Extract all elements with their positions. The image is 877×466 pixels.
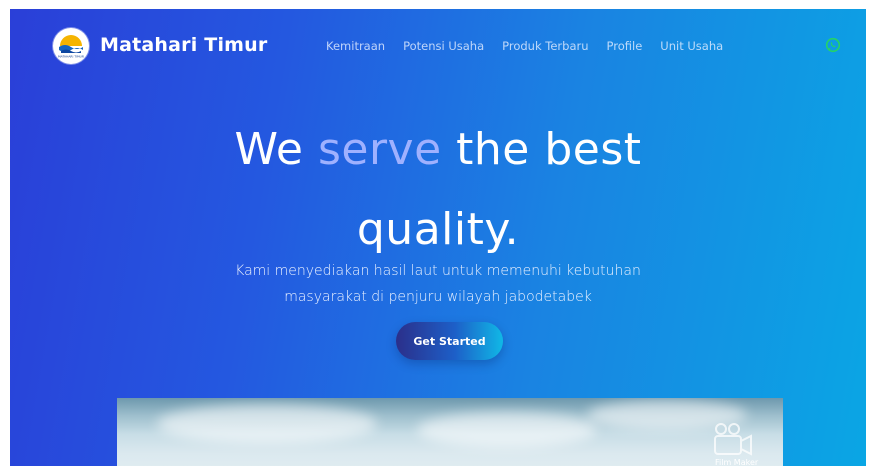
headline-word-the-best: the best <box>456 124 642 175</box>
hero-image: Film Maker <box>117 398 783 466</box>
main-nav: Kemitraan Potensi Usaha Produk Terbaru P… <box>326 39 741 53</box>
sun-logo-icon: MATAHARI TIMUR <box>54 29 88 63</box>
hero-subtitle-line2: masyarakat di penjuru wilayah jabodetabe… <box>284 289 592 305</box>
headline-word-we: We <box>234 124 304 175</box>
nav-unit-usaha[interactable]: Unit Usaha <box>660 39 723 53</box>
logo-text: MATAHARI TIMUR <box>58 55 84 59</box>
get-started-button[interactable]: Get Started <box>396 322 503 360</box>
nav-produk-terbaru[interactable]: Produk Terbaru <box>502 39 588 53</box>
nav-profile[interactable]: Profile <box>607 39 643 53</box>
whatsapp-icon[interactable] <box>825 37 841 53</box>
hero-subtitle-line1: Kami menyediakan hasil laut untuk memenu… <box>235 263 641 279</box>
nav-potensi-usaha[interactable]: Potensi Usaha <box>403 39 484 53</box>
watermark-text: Film Maker <box>715 458 759 466</box>
brand-logo[interactable]: MATAHARI TIMUR <box>53 28 89 64</box>
hero-headline-line1: We serve the best <box>10 124 866 175</box>
brand-name[interactable]: Matahari Timur <box>100 34 267 56</box>
headline-highlight-serve: serve <box>317 124 442 175</box>
landing-page: MATAHARI TIMUR Matahari Timur Kemitraan … <box>10 9 866 466</box>
nav-kemitraan[interactable]: Kemitraan <box>326 39 385 53</box>
hero-headline-line2: quality. <box>356 204 520 255</box>
